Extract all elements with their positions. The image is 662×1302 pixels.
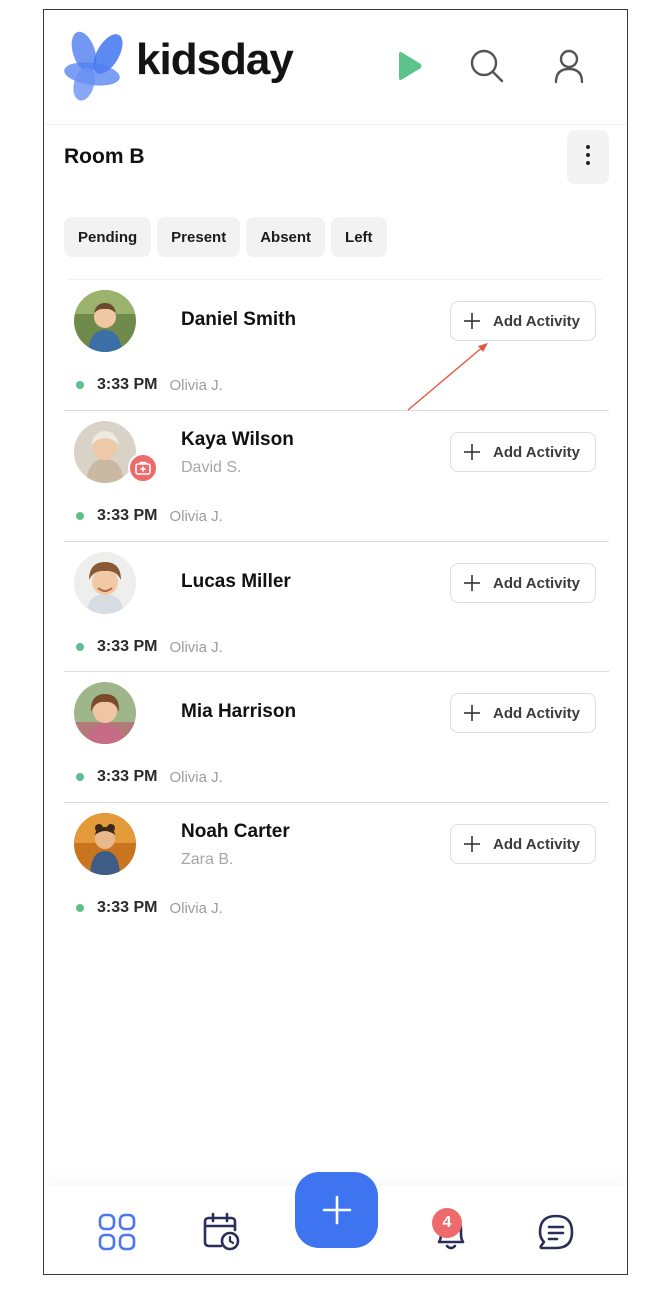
- child-row[interactable]: Daniel Smith Add Activity 3:33 PM Olivia…: [64, 280, 609, 411]
- plus-icon: [463, 443, 481, 461]
- status-dot-icon: [76, 643, 84, 651]
- filter-chip-left[interactable]: Left: [331, 217, 387, 257]
- add-activity-button[interactable]: Add Activity: [450, 432, 596, 472]
- avatar: [74, 552, 136, 614]
- child-name: Daniel Smith: [181, 309, 297, 330]
- check-in-status: 3:33 PM Olivia J.: [76, 376, 223, 394]
- child-row[interactable]: Kaya Wilson David S. Add Activity 3:33 P…: [64, 410, 609, 542]
- user-icon[interactable]: [549, 46, 589, 86]
- plus-icon: [463, 312, 481, 330]
- filter-chip-present[interactable]: Present: [157, 217, 241, 257]
- plus-icon: [322, 1195, 351, 1225]
- vertical-ellipsis-icon: [585, 144, 591, 171]
- plus-icon: [463, 574, 481, 592]
- room-title: Room B: [64, 145, 145, 168]
- filter-chip-pending[interactable]: Pending: [64, 217, 152, 257]
- grid-icon[interactable]: [95, 1210, 139, 1254]
- child-name: Lucas Miller: [181, 571, 291, 592]
- guardian-name: Zara B.: [181, 851, 234, 868]
- staff-name: Olivia J.: [169, 376, 223, 394]
- add-activity-label: Add Activity: [493, 704, 580, 722]
- add-activity-button[interactable]: Add Activity: [450, 824, 596, 864]
- calendar-clock-icon[interactable]: [199, 1210, 243, 1254]
- child-row[interactable]: Mia Harrison Add Activity 3:33 PM Olivia…: [64, 671, 609, 803]
- add-activity-button[interactable]: Add Activity: [450, 301, 596, 341]
- check-in-time: 3:33 PM: [97, 899, 158, 916]
- annotation-arrow-icon: [407, 343, 488, 411]
- staff-name: Olivia J.: [169, 899, 223, 917]
- check-in-status: 3:33 PM Olivia J.: [76, 768, 223, 786]
- medical-kit-icon: [128, 453, 158, 483]
- add-activity-button[interactable]: Add Activity: [450, 693, 596, 733]
- app-header: kidsday: [44, 10, 627, 125]
- guardian-name: David S.: [181, 459, 242, 476]
- child-name: Noah Carter: [181, 821, 290, 842]
- plus-icon: [463, 704, 481, 722]
- status-dot-icon: [76, 773, 84, 781]
- check-in-time: 3:33 PM: [97, 638, 158, 655]
- check-in-status: 3:33 PM Olivia J.: [76, 638, 223, 656]
- staff-name: Olivia J.: [169, 638, 223, 656]
- brand-name: kidsday: [136, 35, 294, 84]
- kidsday-logo-icon: [62, 30, 130, 102]
- child-name: Kaya Wilson: [181, 429, 294, 450]
- status-dot-icon: [76, 512, 84, 520]
- play-icon[interactable]: [389, 46, 429, 86]
- avatar: [74, 682, 136, 744]
- add-activity-button[interactable]: Add Activity: [450, 563, 596, 603]
- avatar: [74, 290, 136, 352]
- app-screen: kidsday Room B Pending Present Absent Le…: [43, 9, 628, 1275]
- bottom-navigation: 4: [44, 1172, 627, 1274]
- add-activity-label: Add Activity: [493, 574, 580, 592]
- check-in-time: 3:33 PM: [97, 376, 158, 393]
- status-filter-chips: Pending Present Absent Left: [64, 217, 387, 257]
- notification-count-badge: 4: [432, 1208, 462, 1238]
- add-activity-label: Add Activity: [493, 835, 580, 853]
- status-dot-icon: [76, 904, 84, 912]
- avatar: [74, 421, 136, 483]
- add-button[interactable]: [295, 1172, 378, 1248]
- avatar: [74, 813, 136, 875]
- plus-icon: [463, 835, 481, 853]
- child-row[interactable]: Noah Carter Zara B. Add Activity 3:33 PM…: [64, 802, 609, 934]
- check-in-time: 3:33 PM: [97, 768, 158, 785]
- staff-name: Olivia J.: [169, 507, 223, 525]
- search-icon[interactable]: [467, 46, 507, 86]
- status-dot-icon: [76, 381, 84, 389]
- add-activity-label: Add Activity: [493, 443, 580, 461]
- check-in-status: 3:33 PM Olivia J.: [76, 507, 223, 525]
- filter-chip-absent[interactable]: Absent: [246, 217, 326, 257]
- child-row[interactable]: Lucas Miller Add Activity 3:33 PM Olivia…: [64, 541, 609, 673]
- child-name: Mia Harrison: [181, 701, 297, 722]
- add-activity-label: Add Activity: [493, 312, 580, 330]
- check-in-time: 3:33 PM: [97, 507, 158, 524]
- room-more-button[interactable]: [567, 130, 609, 184]
- chat-icon[interactable]: [534, 1210, 578, 1254]
- staff-name: Olivia J.: [169, 768, 223, 786]
- check-in-status: 3:33 PM Olivia J.: [76, 899, 223, 917]
